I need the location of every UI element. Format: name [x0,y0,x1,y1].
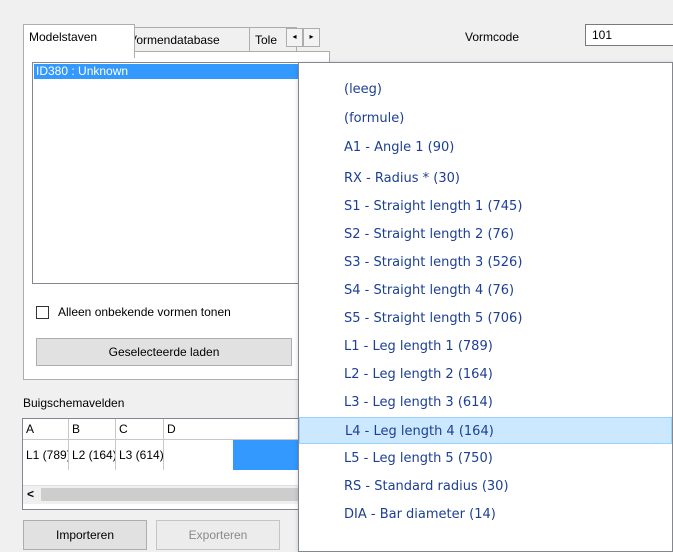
dropdown-item[interactable]: L4 - Leg length 4 (164) [299,417,672,444]
unknown-only-checkbox[interactable] [36,306,49,319]
dropdown-item[interactable]: RX - Radius * (30) [299,165,672,192]
dropdown-item[interactable]: L5 - Leg length 5 (750) [299,445,672,472]
dropdown-item[interactable]: S3 - Straight length 3 (526) [299,249,672,276]
field-grid[interactable]: A B C D L1 (789) L2 (164) L3 (614) < [22,418,323,510]
dropdown-item[interactable]: S4 - Straight length 4 (76) [299,277,672,304]
dropdown-item[interactable]: A1 - Angle 1 (90) [299,134,672,161]
dropdown-item[interactable]: L2 - Leg length 2 (164) [299,361,672,388]
list-item-selected[interactable]: ID380 : Unknown [34,64,322,79]
scroll-left-arrow-icon[interactable]: < [27,487,34,501]
scrollbar-thumb[interactable] [41,488,303,501]
dropdown-item[interactable]: (leeg) [299,76,672,103]
grid-column-c[interactable]: C [116,419,164,439]
table-row[interactable]: L1 (789) L2 (164) L3 (614) [23,439,323,470]
grid-cell-c[interactable]: L3 (614) [116,440,164,470]
dropdown-item[interactable]: (formule) [299,105,672,132]
grid-cell-b[interactable]: L2 (164) [69,440,116,470]
field-dropdown-list[interactable]: (leeg) (formule) A1 - Angle 1 (90) RX - Rad… [298,62,673,552]
vormcode-label: Vormcode [465,30,520,44]
model-list[interactable]: ID380 : Unknown [32,62,322,284]
vormcode-value: 101 [592,28,613,42]
load-selected-button[interactable]: Geselecteerde laden [36,338,292,366]
dropdown-item[interactable]: DIA - Bar diameter (14) [299,501,672,528]
dropdown-item[interactable]: L1 - Leg length 1 (789) [299,333,672,360]
grid-column-a[interactable]: A [23,419,69,439]
dropdown-item[interactable]: RS - Standard radius (30) [299,473,672,500]
grid-title: Buigschemavelden [23,396,125,410]
grid-cell-a[interactable]: L1 (789) [23,440,69,470]
grid-header: A B C D [23,419,321,439]
checkbox-label: Alleen onbekende vormen tonen [58,305,231,319]
vormcode-input[interactable]: 101 [585,24,673,46]
dropdown-item[interactable]: S5 - Straight length 5 (706) [299,305,672,332]
grid-horizontal-scrollbar[interactable]: < [23,485,321,504]
tab-scroll-right-button[interactable]: ▸ [303,28,320,47]
export-button[interactable]: Exporteren [156,520,280,550]
grid-column-b[interactable]: B [69,419,116,439]
tab-scroll-left-button[interactable]: ◂ [286,28,303,47]
dropdown-item[interactable]: L3 - Leg length 3 (614) [299,389,672,416]
import-button[interactable]: Importeren [23,520,147,550]
dropdown-item[interactable]: S1 - Straight length 1 (745) [299,193,672,220]
tab-modelstaven[interactable]: Modelstaven [23,24,135,58]
dropdown-item[interactable]: S2 - Straight length 2 (76) [299,221,672,248]
